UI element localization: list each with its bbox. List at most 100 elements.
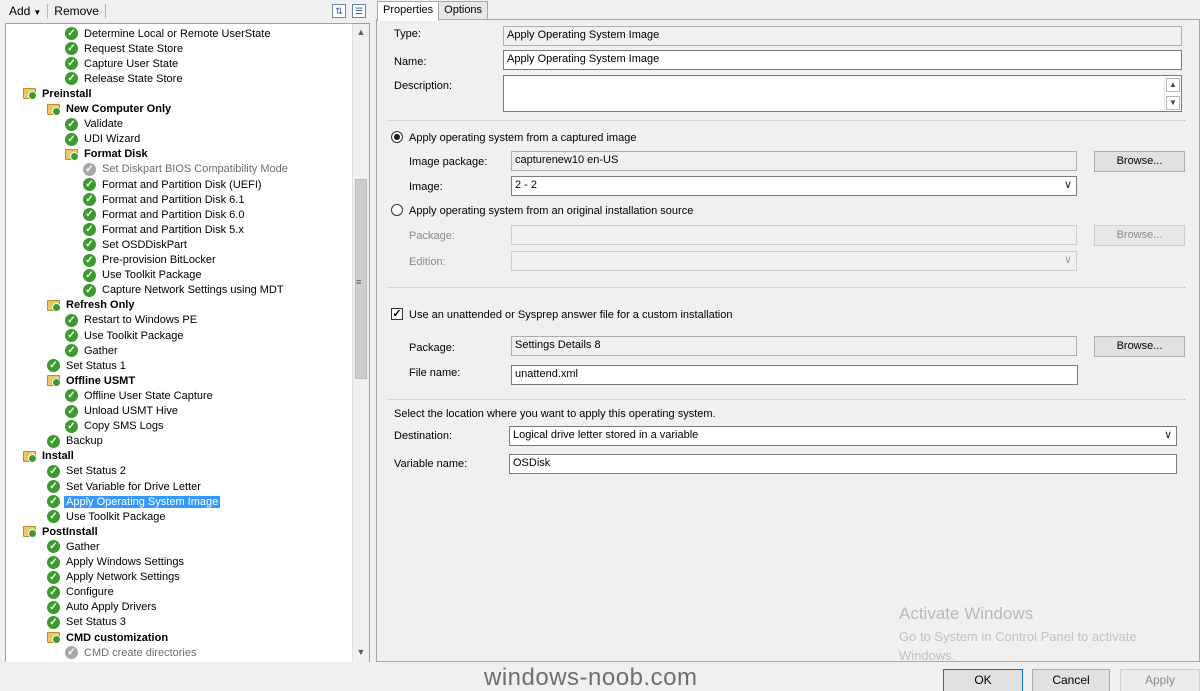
name-label: Name: (394, 56, 427, 68)
check-icon: ✓ (65, 419, 78, 433)
task-sequence-tree[interactable]: ✓ Determine Local or Remote UserState ✓ Req… (5, 23, 370, 663)
scroll-down-icon[interactable]: ▼ (353, 644, 369, 661)
tree-step[interactable]: ✓ Offline User State Capture (65, 388, 215, 403)
tree-item-label: UDI Wizard (84, 133, 141, 146)
package-browse-button[interactable]: Browse... (1094, 225, 1185, 246)
tree-scrollbar[interactable]: ▲ ≡ ▼ (352, 24, 369, 662)
destination-select-value: Logical drive letter stored in a variabl… (513, 429, 699, 441)
tree-step[interactable]: ✓ Use Toolkit Package (47, 509, 167, 524)
variable-name-field[interactable]: OSDisk (509, 454, 1177, 474)
check-icon: ✓ (65, 404, 78, 418)
tab-options[interactable]: Options (438, 1, 489, 20)
tree-step[interactable]: ✓ Format and Partition Disk (UEFI) (83, 177, 264, 192)
description-field[interactable]: ▲ ▼ (503, 75, 1182, 112)
tree-step[interactable]: ✓ Set Status 2 (47, 464, 128, 479)
tree-step[interactable]: ✓ Unload USMT Hive (65, 404, 180, 419)
tree-item-label: Preinstall (42, 87, 92, 100)
tree-step[interactable]: ✓ Format and Partition Disk 6.1 (83, 192, 246, 207)
tree-group[interactable]: PostInstall (23, 524, 100, 539)
tree-step[interactable]: ✓ Copy SMS Logs (65, 419, 165, 434)
tree-group[interactable]: Offline USMT (47, 373, 137, 388)
tree-step[interactable]: ✓ Set Status 3 (47, 615, 128, 630)
tree-item-label: Set Status 3 (66, 616, 126, 629)
folder-icon (47, 299, 61, 312)
image-package-browse-button[interactable]: Browse... (1094, 151, 1185, 172)
package-label: Package: (409, 230, 455, 242)
disabled-step-icon: ✓ (83, 162, 96, 176)
package-field (511, 225, 1077, 245)
tree-group[interactable]: Preinstall (23, 86, 94, 101)
properties-icon[interactable]: ⇅ (332, 4, 346, 18)
tree-step[interactable]: ✓ Use Toolkit Package (83, 268, 203, 283)
file-name-field[interactable]: unattend.xml (511, 365, 1078, 385)
tree-step[interactable]: ✓ Determine Local or Remote UserState (65, 26, 272, 41)
tab-properties[interactable]: Properties (377, 1, 440, 21)
unattend-checkbox-label: Use an unattended or Sysprep answer file… (409, 309, 733, 321)
tree-step[interactable]: ✓ Use Toolkit Package (65, 328, 185, 343)
tree-step[interactable]: ✓ Backup (47, 434, 105, 449)
tree-step[interactable]: ✓ Gather (47, 539, 102, 554)
tree-step[interactable]: ✓ Apply Operating System Image (47, 494, 221, 509)
tree-step[interactable]: ✓ Set Diskpart BIOS Compatibility Mode (83, 162, 290, 177)
tree-group[interactable]: CMD customization (47, 630, 170, 645)
tree-step[interactable]: ✓ Release State Store (65, 71, 184, 86)
tree-step[interactable]: ✓ Request State Store (65, 41, 185, 56)
check-icon: ✓ (65, 117, 78, 131)
scroll-down-icon[interactable]: ▼ (1166, 96, 1180, 110)
remove-button[interactable]: Remove (49, 4, 104, 18)
destination-select[interactable]: Logical drive letter stored in a variabl… (509, 426, 1177, 446)
tree-step[interactable]: ✓ Restart to Windows PE (65, 313, 199, 328)
add-button[interactable]: Add ▼ (4, 4, 46, 18)
tree-item-label: New Computer Only (66, 103, 172, 115)
tree-group[interactable]: Format Disk (65, 147, 150, 162)
scroll-up-icon[interactable]: ▲ (1166, 78, 1180, 92)
tree-step[interactable]: ✓ Pre-provision BitLocker (83, 253, 218, 268)
folder-icon (23, 450, 37, 463)
tree-step[interactable]: ✓ CMD create directories (65, 645, 198, 660)
check-icon: ✓ (65, 42, 78, 56)
check-icon: ✓ (47, 600, 60, 614)
name-field[interactable]: Apply Operating System Image (503, 50, 1182, 70)
tree-step[interactable]: ✓ Set Status 1 (47, 358, 128, 373)
cancel-button[interactable]: Cancel (1032, 669, 1110, 691)
tree-step[interactable]: ✓ Apply Windows Settings (47, 555, 186, 570)
tree-group[interactable]: New Computer Only (47, 102, 173, 117)
type-label: Type: (394, 28, 421, 40)
variable-name-label: Variable name: (394, 458, 468, 470)
captured-image-radio[interactable] (391, 131, 403, 143)
tree-step[interactable]: ✓ Format and Partition Disk 6.0 (83, 207, 246, 222)
add-button-label: Add (9, 4, 31, 18)
tree-step[interactable]: ✓ Set OSDDiskPart (83, 237, 189, 252)
description-scrollbar[interactable]: ▲ ▼ (1164, 76, 1181, 111)
tree-step[interactable]: ✓ Capture User State (65, 56, 180, 71)
tree-step[interactable]: ✓ Auto Apply Drivers (47, 600, 158, 615)
tree-item-label: Format and Partition Disk 5.x (102, 223, 244, 236)
original-source-radio[interactable] (391, 204, 403, 216)
tree-step[interactable]: ✓ UDI Wizard (65, 132, 142, 147)
tree-item-label: Set Status 2 (66, 465, 126, 478)
options-icon[interactable]: ☰ (352, 4, 366, 18)
apply-button[interactable]: Apply (1120, 669, 1200, 691)
tree-group[interactable]: Refresh Only (47, 298, 136, 313)
check-icon: ✓ (65, 57, 78, 71)
tree-step[interactable]: ✓ Validate (65, 117, 125, 132)
answer-package-browse-button[interactable]: Browse... (1094, 336, 1185, 357)
check-icon: ✓ (65, 132, 78, 146)
image-select[interactable]: 2 - 2 ∨ (511, 176, 1077, 196)
tree-item-label: Set Variable for Drive Letter (66, 480, 201, 493)
scroll-up-icon[interactable]: ▲ (353, 24, 369, 41)
tree-step[interactable]: ✓ Apply Network Settings (47, 570, 182, 585)
tree-step[interactable]: ✓ Set Variable for Drive Letter (47, 479, 203, 494)
destination-label: Destination: (394, 430, 453, 442)
tree-group[interactable]: Install (23, 449, 76, 464)
check-icon: ✓ (83, 178, 96, 191)
ok-button[interactable]: OK (943, 669, 1023, 691)
tree-step[interactable]: ✓ Capture Network Settings using MDT (83, 283, 286, 298)
check-icon: ✓ (65, 344, 78, 358)
edition-select[interactable]: ∨ (511, 251, 1077, 271)
check-icon: ✓ (65, 389, 78, 403)
tree-step[interactable]: ✓ Format and Partition Disk 5.x (83, 222, 246, 237)
unattend-checkbox[interactable]: ✓ (391, 308, 403, 320)
tree-step[interactable]: ✓ Configure (47, 585, 116, 600)
tree-step[interactable]: ✓ Gather (65, 343, 120, 358)
